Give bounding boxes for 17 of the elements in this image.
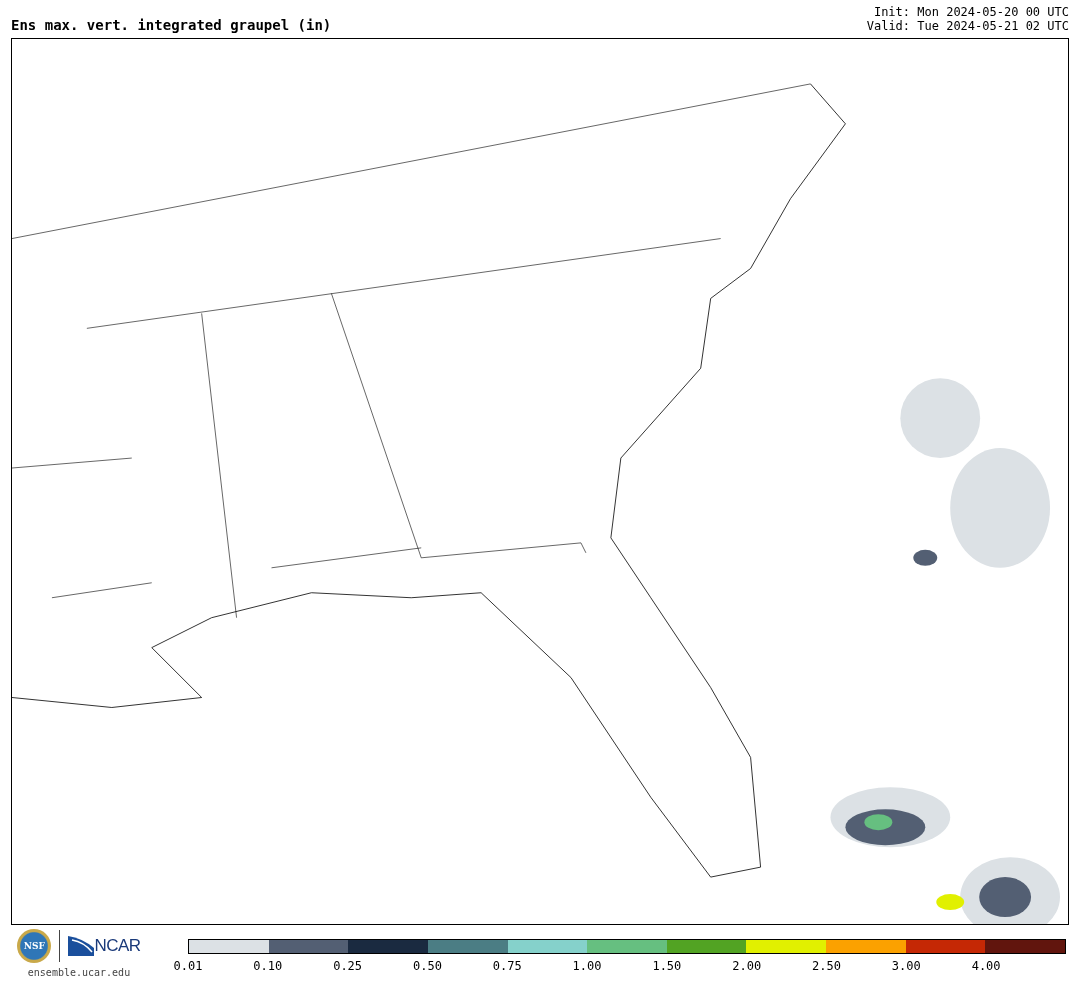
scale-label: 4.00 bbox=[970, 959, 1002, 973]
scale-label: 0.25 bbox=[332, 959, 364, 973]
scale-label: 1.50 bbox=[651, 959, 683, 973]
scale-label: 0.50 bbox=[412, 959, 443, 973]
scale-label: 0.75 bbox=[491, 959, 523, 973]
scale-label: 2.00 bbox=[731, 959, 763, 973]
nsf-logo: NSF bbox=[17, 929, 52, 963]
scale-label: 3.00 bbox=[890, 959, 922, 973]
scale-label: 0.10 bbox=[252, 959, 284, 973]
site-url: ensemble.ucar.edu bbox=[27, 967, 131, 978]
init-time: Init: Mon 2024-05-20 00 UTC bbox=[873, 5, 1069, 19]
valid-time: Valid: Tue 2024-05-21 02 UTC bbox=[866, 19, 1069, 33]
ncar-logo: NCAR bbox=[68, 936, 141, 956]
scale-label: 2.50 bbox=[811, 959, 842, 973]
scale-label: 1.00 bbox=[571, 959, 603, 973]
scale-label: 0.01 bbox=[172, 959, 204, 973]
map-title: Ens max. vert. integrated graupel (in) bbox=[11, 17, 332, 33]
